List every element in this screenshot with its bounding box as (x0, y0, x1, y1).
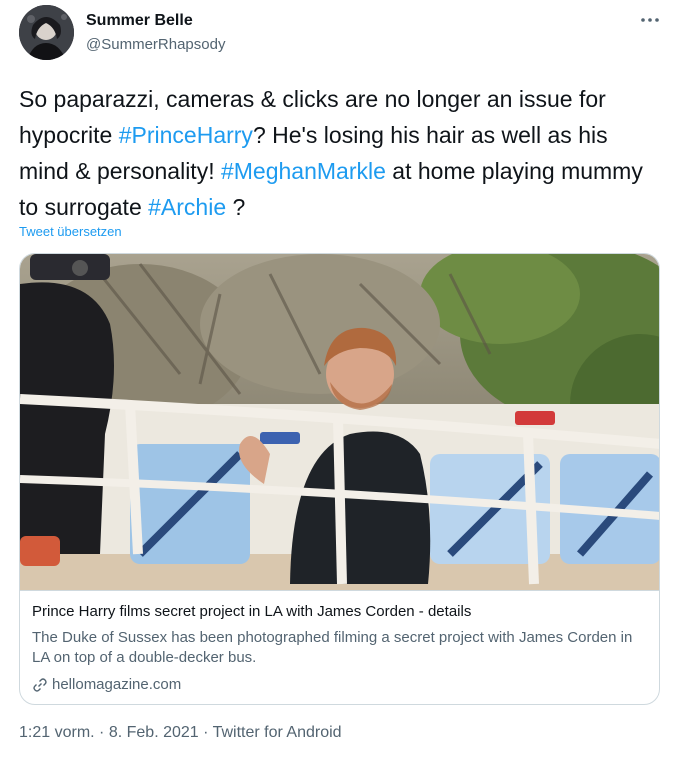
tweet-metadata: 1:21 vorm. · 8. Feb. 2021 · Twitter for … (19, 724, 342, 742)
tweet-source[interactable]: Twitter for Android (213, 724, 342, 741)
hashtag-princeharry[interactable]: #PrinceHarry (119, 122, 253, 148)
translate-tweet-link[interactable]: Tweet übersetzen (19, 224, 122, 239)
author-name[interactable]: Summer Belle (86, 12, 193, 30)
author-handle[interactable]: @SummerRhapsody (86, 36, 225, 53)
tweet-date[interactable]: 8. Feb. 2021 (109, 724, 199, 741)
tweet-text: So paparazzi, cameras & clicks are no lo… (19, 81, 659, 225)
link-icon (33, 677, 47, 692)
card-title[interactable]: Prince Harry films secret project in LA … (32, 603, 471, 620)
card-domain[interactable]: hellomagazine.com (32, 676, 181, 693)
more-options-button[interactable] (636, 8, 664, 32)
meta-separator: · (203, 724, 209, 741)
tweet-time[interactable]: 1:21 vorm. (19, 724, 95, 741)
hashtag-meghanmarkle[interactable]: #MeghanMarkle (221, 158, 386, 184)
card-description: The Duke of Sussex has been photographed… (32, 629, 633, 666)
tweet: Summer Belle @SummerRhapsody So paparazz… (0, 0, 680, 757)
card-photo (20, 254, 659, 590)
more-horizontal-icon (641, 18, 659, 22)
tweet-text-segment: ? (226, 194, 246, 220)
hashtag-archie[interactable]: #Archie (148, 194, 226, 220)
card-body[interactable]: Prince Harry films secret project in LA … (20, 590, 659, 704)
avatar-image (19, 5, 74, 60)
author-avatar[interactable] (19, 5, 74, 60)
link-preview-card[interactable]: Prince Harry films secret project in LA … (19, 253, 660, 705)
card-domain-text: hellomagazine.com (52, 676, 182, 693)
card-image[interactable] (20, 254, 659, 590)
meta-separator: · (99, 724, 105, 741)
